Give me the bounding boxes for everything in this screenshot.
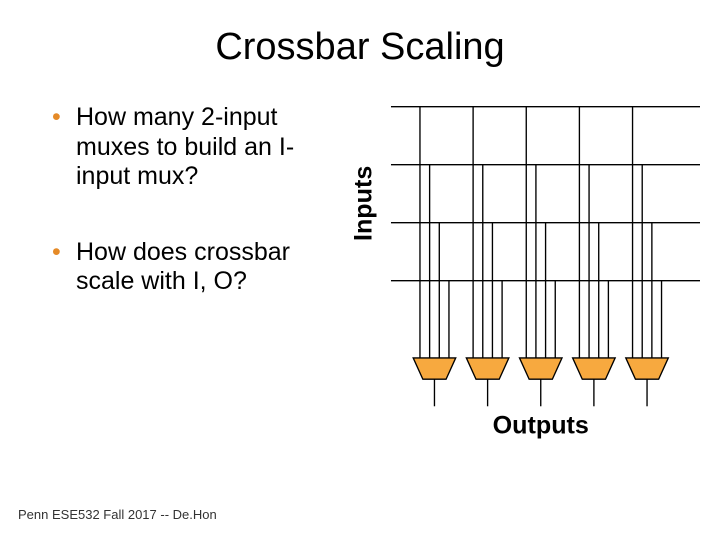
bullet-list: How many 2-input muxes to build an I-inp… <box>20 81 333 461</box>
bullet-item: How many 2-input muxes to build an I-inp… <box>76 103 333 192</box>
slide-title: Crossbar Scaling <box>0 0 720 81</box>
inputs-label: Inputs <box>349 166 377 241</box>
slide-body: How many 2-input muxes to build an I-inp… <box>0 81 720 461</box>
crossbar-diagram: Inputs <box>333 81 700 461</box>
footer-text: Penn ESE532 Fall 2017 -- De.Hon <box>18 507 217 522</box>
bullet-item: How does crossbar scale with I, O? <box>76 238 333 297</box>
outputs-label: Outputs <box>492 411 588 439</box>
